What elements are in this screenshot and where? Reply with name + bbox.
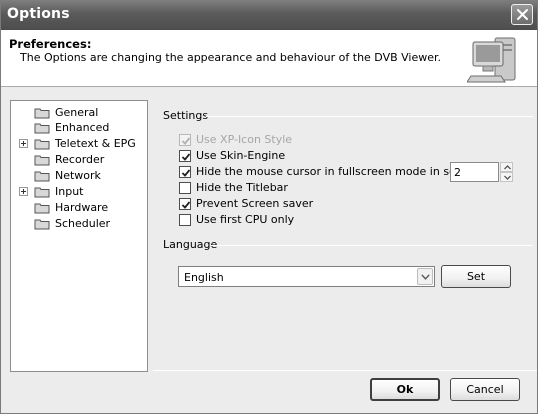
folder-icon xyxy=(34,171,50,182)
chevron-down-icon xyxy=(421,274,430,280)
hide-mouse-cursor-label: Hide the mouse cursor in fullscreen mode… xyxy=(196,165,472,178)
skin-engine-checkbox[interactable] xyxy=(179,150,191,162)
hide-titlebar-label: Hide the Titlebar xyxy=(196,181,288,194)
close-button[interactable] xyxy=(511,4,533,25)
set-language-button[interactable]: Set xyxy=(441,265,511,288)
settings-divider xyxy=(206,116,533,117)
folder-icon xyxy=(34,108,50,119)
footer-divider xyxy=(153,370,537,371)
window-title: Options xyxy=(7,6,70,22)
tree-item-network[interactable]: Network xyxy=(11,167,147,183)
xp-icon-style-label: Use XP-Icon Style xyxy=(196,133,293,146)
folder-icon xyxy=(34,155,50,166)
hide-titlebar-checkbox[interactable] xyxy=(179,182,191,194)
options-window: Options Preferences: The Options are cha… xyxy=(0,0,538,414)
header-description: The Options are changing the appearance … xyxy=(20,51,442,64)
folder-icon xyxy=(34,123,50,134)
tree-item-recorder[interactable]: Recorder xyxy=(11,151,147,167)
skin-engine-label: Use Skin-Engine xyxy=(196,149,286,162)
stepper-down-button[interactable] xyxy=(500,172,513,182)
close-icon xyxy=(517,9,528,20)
first-cpu-only-checkbox[interactable] xyxy=(179,214,191,226)
checkmark-icon xyxy=(181,137,191,145)
language-divider xyxy=(211,245,533,246)
folder-icon xyxy=(34,187,50,198)
computer-icon xyxy=(467,37,516,83)
first-cpu-only-label: Use first CPU only xyxy=(196,213,295,226)
checkmark-icon xyxy=(181,201,191,209)
folder-icon xyxy=(34,203,50,214)
tree-item-label: Recorder xyxy=(55,153,105,166)
language-selected-value: English xyxy=(184,271,224,284)
checkmark-icon xyxy=(181,153,191,161)
settings-group-label: Settings xyxy=(163,109,209,122)
chevron-up-icon xyxy=(504,165,511,170)
tree-item-hardware[interactable]: Hardware xyxy=(11,199,147,215)
tree-item-general[interactable]: General xyxy=(11,104,147,120)
tree-item-scheduler[interactable]: Scheduler xyxy=(11,215,147,231)
xp-icon-style-checkbox[interactable] xyxy=(179,134,191,146)
tree-item-label: Teletext & EPG xyxy=(55,137,136,150)
prevent-screen-saver-checkbox[interactable] xyxy=(179,198,191,210)
language-select[interactable]: English xyxy=(178,266,435,287)
category-tree[interactable]: General Enhanced Teletext & EPG Recorder… xyxy=(10,100,148,372)
prevent-screen-saver-label: Prevent Screen saver xyxy=(196,197,314,210)
ok-button-label: Ok xyxy=(396,383,414,396)
cancel-button-label: Cancel xyxy=(466,383,504,396)
ok-button[interactable]: Ok xyxy=(370,378,440,401)
tree-item-input[interactable]: Input xyxy=(11,183,147,199)
tree-item-teletext-epg[interactable]: Teletext & EPG xyxy=(11,135,147,151)
header-title: Preferences: xyxy=(9,37,92,51)
tree-item-label: Network xyxy=(55,169,101,182)
tree-item-label: General xyxy=(55,106,99,119)
expand-icon[interactable] xyxy=(19,139,28,148)
chevron-down-icon xyxy=(504,175,511,180)
set-language-button-label: Set xyxy=(466,270,486,283)
title-bar[interactable]: Options xyxy=(1,0,537,30)
tree-item-enhanced[interactable]: Enhanced xyxy=(11,119,147,135)
folder-icon xyxy=(34,219,50,230)
language-dropdown-button[interactable] xyxy=(417,268,433,285)
tree-item-label: Enhanced xyxy=(55,121,110,134)
language-group-label: Language xyxy=(163,238,218,251)
folder-icon xyxy=(34,139,50,150)
cancel-button[interactable]: Cancel xyxy=(450,378,520,401)
tree-item-label: Scheduler xyxy=(55,217,111,230)
hide-mouse-cursor-checkbox[interactable] xyxy=(179,166,191,178)
checkmark-icon xyxy=(181,169,191,177)
expand-icon[interactable] xyxy=(19,187,28,196)
stepper-arrows xyxy=(500,162,513,182)
tree-item-label: Hardware xyxy=(55,201,109,214)
stepper-up-button[interactable] xyxy=(500,162,513,172)
cursor-secs-stepper[interactable]: 2 xyxy=(450,162,513,182)
preferences-header: Preferences: The Options are changing th… xyxy=(1,30,537,87)
tree-item-label: Input xyxy=(55,185,84,198)
cursor-secs-input[interactable]: 2 xyxy=(450,162,499,182)
